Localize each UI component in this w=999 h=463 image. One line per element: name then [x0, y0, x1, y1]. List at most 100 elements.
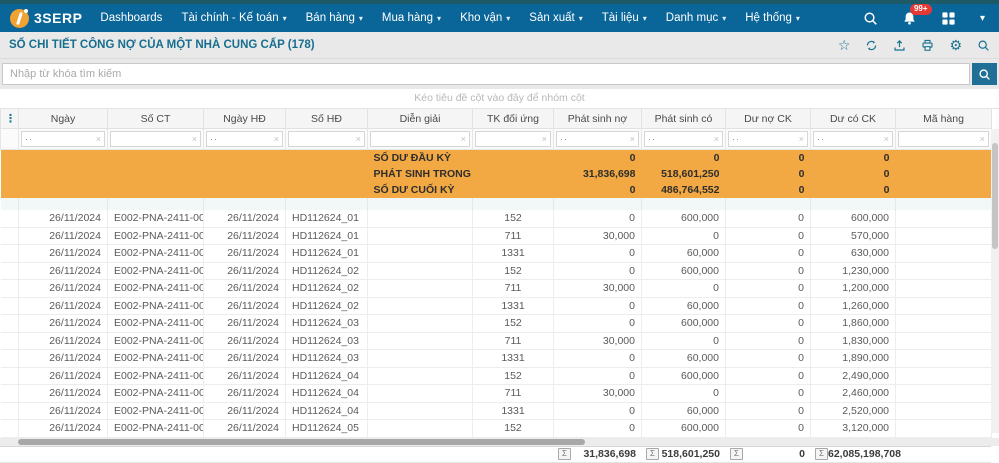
summary-cell: [1, 166, 19, 182]
menu-item-label: Danh mục: [666, 12, 718, 24]
column-header[interactable]: Ngày: [19, 109, 108, 129]
vertical-scrollbar-thumb[interactable]: [992, 143, 998, 249]
cell: HD112624_01: [286, 245, 368, 263]
filter-operator-icon[interactable]: ··: [560, 135, 568, 144]
group-panel[interactable]: Kéo tiêu đề cột vào đây để nhóm cột: [0, 89, 999, 109]
column-header[interactable]: Số HĐ: [286, 109, 368, 129]
column-chooser[interactable]: ⋮: [1, 109, 19, 129]
menu-item[interactable]: Hệ thống▾: [745, 12, 800, 24]
menu-item[interactable]: Tài chính - Kế toán▾: [181, 12, 286, 24]
print-icon[interactable]: [921, 39, 934, 52]
filter-clear-icon[interactable]: ×: [542, 135, 547, 144]
notifications-bell-icon[interactable]: 99+: [902, 11, 917, 26]
cell: 30,000: [554, 385, 642, 403]
title-bar: SỔ CHI TIẾT CÔNG NỢ CỦA MỘT NHÀ CUNG CẤP…: [0, 32, 999, 59]
filter-input[interactable]: ·· ×: [728, 131, 808, 147]
column-header[interactable]: Mã hàng: [896, 109, 992, 129]
filter-input[interactable]: ×: [288, 131, 365, 147]
user-menu-caret-icon[interactable]: ▾: [980, 13, 985, 24]
search-icon[interactable]: [863, 11, 878, 26]
filter-clear-icon[interactable]: ×: [714, 135, 719, 144]
filter-clear-icon[interactable]: ×: [96, 135, 101, 144]
menu-item[interactable]: Sản xuất▾: [529, 12, 582, 24]
apps-grid-icon[interactable]: [941, 11, 956, 26]
filter-operator-icon[interactable]: ··: [210, 135, 218, 144]
favorite-star-icon[interactable]: ☆: [838, 38, 851, 52]
filter-input[interactable]: ×: [898, 131, 989, 147]
table-row[interactable]: 26/11/2024E002-PNA-2411-002926/11/2024HD…: [1, 315, 992, 333]
column-chooser-icon[interactable]: ⋮: [5, 113, 16, 125]
cell: 0: [554, 367, 642, 385]
column-header[interactable]: Số CT: [108, 109, 204, 129]
filter-input[interactable]: ×: [370, 131, 470, 147]
filter-clear-icon[interactable]: ×: [461, 135, 466, 144]
column-header[interactable]: Diễn giải: [368, 109, 473, 129]
app-logo[interactable]: 3SERP: [10, 9, 82, 28]
refresh-icon[interactable]: [865, 39, 878, 52]
search-button[interactable]: [972, 63, 997, 85]
column-search-icon[interactable]: [977, 39, 990, 52]
sum-sigma-icon[interactable]: Σ: [730, 448, 743, 460]
menu-item[interactable]: Tài liệu▾: [602, 12, 647, 24]
column-header[interactable]: Phát sinh có: [642, 109, 726, 129]
horizontal-scrollbar[interactable]: [0, 438, 999, 446]
filter-clear-icon[interactable]: ×: [630, 135, 635, 144]
filter-input[interactable]: ×: [475, 131, 551, 147]
filter-operator-icon[interactable]: ··: [817, 135, 825, 144]
filter-clear-icon[interactable]: ×: [884, 135, 889, 144]
summary-row: PHÁT SINH TRONG KỲ31,836,698518,601,2500…: [1, 166, 992, 182]
sum-sigma-icon[interactable]: Σ: [558, 448, 571, 460]
cell: [368, 350, 473, 368]
cell: E002-PNA-2411-0030: [108, 402, 204, 420]
table-row[interactable]: 26/11/2024E002-PNA-2411-002726/11/2024HD…: [1, 227, 992, 245]
column-header[interactable]: Dư nợ CK: [726, 109, 811, 129]
menu-item[interactable]: Dashboards: [100, 12, 162, 24]
menu-item[interactable]: Kho vận▾: [460, 12, 510, 24]
sum-sigma-icon[interactable]: Σ: [646, 448, 659, 460]
filter-input[interactable]: ·· ×: [644, 131, 723, 147]
table-row[interactable]: 26/11/2024E002-PNA-2411-002726/11/2024HD…: [1, 210, 992, 227]
filter-clear-icon[interactable]: ×: [274, 135, 279, 144]
column-header[interactable]: Phát sinh nợ: [554, 109, 642, 129]
cell: [368, 315, 473, 333]
filter-clear-icon[interactable]: ×: [192, 135, 197, 144]
table-row[interactable]: 26/11/2024E002-PNA-2411-003026/11/2024HD…: [1, 367, 992, 385]
vertical-scrollbar[interactable]: [991, 129, 999, 433]
filter-operator-icon[interactable]: ··: [648, 135, 656, 144]
table-row[interactable]: 26/11/2024E002-PNA-2411-003026/11/2024HD…: [1, 402, 992, 420]
cell: HD112624_04: [286, 402, 368, 420]
menu-item[interactable]: Mua hàng▾: [382, 12, 441, 24]
column-header[interactable]: TK đối ứng: [473, 109, 554, 129]
filter-input[interactable]: ·· ×: [21, 131, 105, 147]
filter-operator-icon[interactable]: ··: [732, 135, 740, 144]
table-row[interactable]: 26/11/2024E002-PNA-2411-003026/11/2024HD…: [1, 385, 992, 403]
keyword-search-input[interactable]: [2, 63, 970, 85]
cell: [368, 227, 473, 245]
column-header[interactable]: Ngày HĐ: [204, 109, 286, 129]
chevron-down-icon: ▾: [796, 14, 800, 23]
filter-clear-icon[interactable]: ×: [980, 135, 985, 144]
table-row[interactable]: 26/11/2024E002-PNA-2411-002826/11/2024HD…: [1, 280, 992, 298]
filter-input[interactable]: ·· ×: [206, 131, 283, 147]
column-header[interactable]: Dư có CK: [811, 109, 896, 129]
settings-gear-icon[interactable]: ⚙: [949, 38, 962, 52]
sum-sigma-icon[interactable]: Σ: [815, 448, 828, 460]
horizontal-scrollbar-thumb[interactable]: [18, 439, 585, 445]
filter-clear-icon[interactable]: ×: [356, 135, 361, 144]
table-row[interactable]: 26/11/2024E002-PNA-2411-002826/11/2024HD…: [1, 297, 992, 315]
menu-item[interactable]: Bán hàng▾: [306, 12, 363, 24]
table-row[interactable]: 26/11/2024E002-PNA-2411-003126/11/2024HD…: [1, 420, 992, 438]
cell: 26/11/2024: [204, 367, 286, 385]
table-row[interactable]: 26/11/2024E002-PNA-2411-002826/11/2024HD…: [1, 262, 992, 280]
table-row[interactable]: 26/11/2024E002-PNA-2411-002726/11/2024HD…: [1, 245, 992, 263]
filter-input[interactable]: ·· ×: [813, 131, 893, 147]
filter-input[interactable]: ·· ×: [556, 131, 639, 147]
filter-operator-icon[interactable]: ··: [25, 135, 33, 144]
menu-item[interactable]: Danh mục▾: [666, 12, 726, 24]
table-row[interactable]: 26/11/2024E002-PNA-2411-002926/11/2024HD…: [1, 332, 992, 350]
filter-clear-icon[interactable]: ×: [799, 135, 804, 144]
table-row[interactable]: 26/11/2024E002-PNA-2411-002926/11/2024HD…: [1, 350, 992, 368]
filter-input[interactable]: ×: [110, 131, 201, 147]
export-icon[interactable]: [893, 39, 906, 52]
menu-item-label: Tài liệu: [602, 12, 639, 24]
